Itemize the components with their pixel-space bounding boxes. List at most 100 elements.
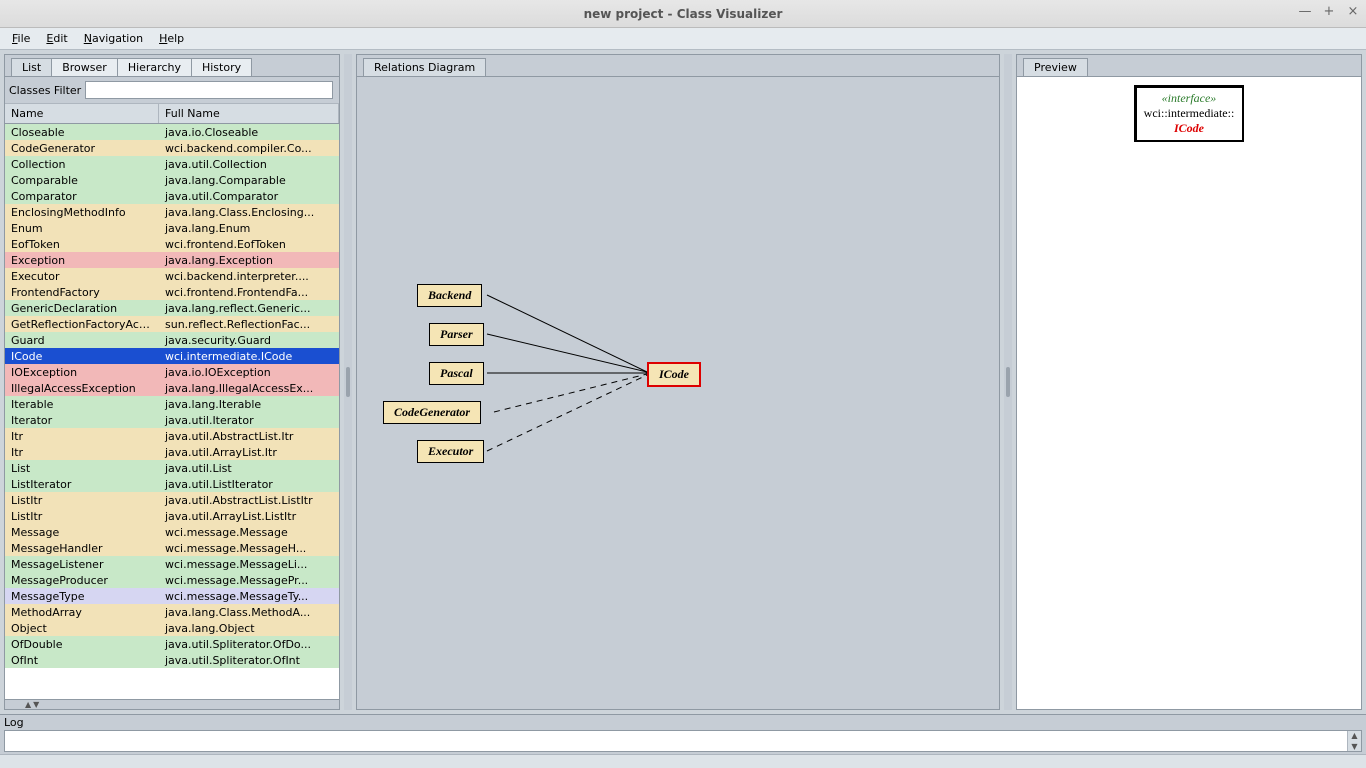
right-panel: Preview «interface» wci::intermediate:: …	[1016, 54, 1362, 710]
cell-fullname: java.lang.reflect.Generic...	[159, 302, 339, 315]
menu-navigation[interactable]: Navigation	[78, 30, 149, 47]
col-header-fullname[interactable]: Full Name	[159, 104, 339, 123]
cell-fullname: wci.message.MessageH...	[159, 542, 339, 555]
cell-fullname: java.util.ListIterator	[159, 478, 339, 491]
splitter-left[interactable]	[344, 54, 352, 710]
diagram-node-icode[interactable]: ICode	[647, 362, 701, 387]
cell-fullname: java.lang.Class.Enclosing...	[159, 206, 339, 219]
cell-name: Comparator	[5, 190, 159, 203]
table-row[interactable]: MessageTypewci.message.MessageTy...	[5, 588, 339, 604]
table-row[interactable]: Iterablejava.lang.Iterable	[5, 396, 339, 412]
cell-fullname: wci.backend.compiler.Co...	[159, 142, 339, 155]
cell-name: CodeGenerator	[5, 142, 159, 155]
table-row[interactable]: EofTokenwci.frontend.EofToken	[5, 236, 339, 252]
tab-preview[interactable]: Preview	[1023, 58, 1088, 76]
table-row[interactable]: MessageHandlerwci.message.MessageH...	[5, 540, 339, 556]
menu-file[interactable]: File	[6, 30, 36, 47]
tab-history[interactable]: History	[191, 58, 252, 76]
class-table-body[interactable]: Closeablejava.io.CloseableCodeGeneratorw…	[5, 124, 339, 699]
cell-name: FrontendFactory	[5, 286, 159, 299]
table-row[interactable]: Enumjava.lang.Enum	[5, 220, 339, 236]
table-row[interactable]: Comparablejava.lang.Comparable	[5, 172, 339, 188]
cell-name: ICode	[5, 350, 159, 363]
classes-filter-input[interactable]	[85, 81, 333, 99]
table-row[interactable]: ICodewci.intermediate.ICode	[5, 348, 339, 364]
cell-fullname: sun.reflect.ReflectionFac...	[159, 318, 339, 331]
splitter-right[interactable]	[1004, 54, 1012, 710]
cell-fullname: wci.frontend.FrontendFa...	[159, 286, 339, 299]
cell-name: MethodArray	[5, 606, 159, 619]
table-row[interactable]: GenericDeclarationjava.lang.reflect.Gene…	[5, 300, 339, 316]
table-row[interactable]: EnclosingMethodInfojava.lang.Class.Enclo…	[5, 204, 339, 220]
table-row[interactable]: IOExceptionjava.io.IOException	[5, 364, 339, 380]
table-row[interactable]: Closeablejava.io.Closeable	[5, 124, 339, 140]
table-row[interactable]: IllegalAccessExceptionjava.lang.IllegalA…	[5, 380, 339, 396]
log-textarea[interactable]: ▲▼	[4, 730, 1362, 752]
preview-classname: ICode	[1144, 121, 1235, 136]
table-row[interactable]: Collectionjava.util.Collection	[5, 156, 339, 172]
table-row[interactable]: Itrjava.util.ArrayList.Itr	[5, 444, 339, 460]
relations-diagram-canvas[interactable]: Backend Parser Pascal CodeGenerator Exec…	[357, 77, 999, 709]
preview-uml-box: «interface» wci::intermediate:: ICode	[1134, 85, 1245, 142]
table-row[interactable]: MessageProducerwci.message.MessagePr...	[5, 572, 339, 588]
cell-fullname: wci.message.MessageLi...	[159, 558, 339, 571]
cell-name: MessageListener	[5, 558, 159, 571]
cell-fullname: java.util.Collection	[159, 158, 339, 171]
cell-name: Itr	[5, 430, 159, 443]
cell-fullname: wci.message.MessagePr...	[159, 574, 339, 587]
cell-name: Exception	[5, 254, 159, 267]
cell-name: OfDouble	[5, 638, 159, 651]
table-row[interactable]: Listjava.util.List	[5, 460, 339, 476]
minimize-icon[interactable]: —	[1298, 4, 1312, 19]
left-tabs: List Browser Hierarchy History	[5, 55, 339, 77]
table-row[interactable]: Executorwci.backend.interpreter....	[5, 268, 339, 284]
table-row[interactable]: OfDoublejava.util.Spliterator.OfDo...	[5, 636, 339, 652]
cell-name: MessageType	[5, 590, 159, 603]
table-row[interactable]: MessageListenerwci.message.MessageLi...	[5, 556, 339, 572]
cell-fullname: java.util.List	[159, 462, 339, 475]
diagram-node-executor[interactable]: Executor	[417, 440, 484, 463]
table-row[interactable]: ListIteratorjava.util.ListIterator	[5, 476, 339, 492]
right-tabs: Preview	[1017, 55, 1361, 77]
tab-hierarchy[interactable]: Hierarchy	[117, 58, 192, 76]
preview-canvas[interactable]: «interface» wci::intermediate:: ICode	[1017, 77, 1361, 709]
table-row[interactable]: GetReflectionFactoryActionsun.reflect.Re…	[5, 316, 339, 332]
cell-name: Collection	[5, 158, 159, 171]
close-icon[interactable]: ×	[1346, 4, 1360, 19]
tab-relations-diagram[interactable]: Relations Diagram	[363, 58, 486, 76]
preview-namespace: wci::intermediate::	[1144, 106, 1235, 121]
log-panel: Log ▲▼	[0, 714, 1366, 754]
diagram-node-pascal[interactable]: Pascal	[429, 362, 484, 385]
cell-fullname: wci.message.MessageTy...	[159, 590, 339, 603]
table-row[interactable]: CodeGeneratorwci.backend.compiler.Co...	[5, 140, 339, 156]
diagram-node-backend[interactable]: Backend	[417, 284, 482, 307]
table-row[interactable]: MethodArrayjava.lang.Class.MethodA...	[5, 604, 339, 620]
table-row[interactable]: Exceptionjava.lang.Exception	[5, 252, 339, 268]
table-row[interactable]: OfIntjava.util.Spliterator.OfInt	[5, 652, 339, 668]
log-scrollbar[interactable]: ▲▼	[1347, 731, 1361, 751]
menu-help[interactable]: Help	[153, 30, 190, 47]
table-row[interactable]: Itrjava.util.AbstractList.Itr	[5, 428, 339, 444]
maximize-icon[interactable]: +	[1322, 4, 1336, 19]
table-row[interactable]: Comparatorjava.util.Comparator	[5, 188, 339, 204]
panel-collapse-bar[interactable]: ▲▼	[5, 699, 339, 709]
diagram-node-codegenerator[interactable]: CodeGenerator	[383, 401, 481, 424]
table-row[interactable]: Messagewci.message.Message	[5, 524, 339, 540]
table-row[interactable]: ListItrjava.util.AbstractList.ListItr	[5, 492, 339, 508]
cell-fullname: wci.intermediate.ICode	[159, 350, 339, 363]
cell-fullname: java.util.ArrayList.Itr	[159, 446, 339, 459]
menu-edit[interactable]: Edit	[40, 30, 73, 47]
table-row[interactable]: ListItrjava.util.ArrayList.ListItr	[5, 508, 339, 524]
diagram-node-parser[interactable]: Parser	[429, 323, 484, 346]
window-title: new project - Class Visualizer	[584, 7, 783, 21]
log-label: Log	[0, 715, 1366, 730]
diagram-edges	[357, 77, 999, 709]
table-row[interactable]: Objectjava.lang.Object	[5, 620, 339, 636]
table-row[interactable]: Guardjava.security.Guard	[5, 332, 339, 348]
table-row[interactable]: FrontendFactorywci.frontend.FrontendFa..…	[5, 284, 339, 300]
table-row[interactable]: Iteratorjava.util.Iterator	[5, 412, 339, 428]
tab-list[interactable]: List	[11, 58, 52, 76]
status-bar	[0, 754, 1366, 768]
col-header-name[interactable]: Name	[5, 104, 159, 123]
tab-browser[interactable]: Browser	[51, 58, 118, 76]
